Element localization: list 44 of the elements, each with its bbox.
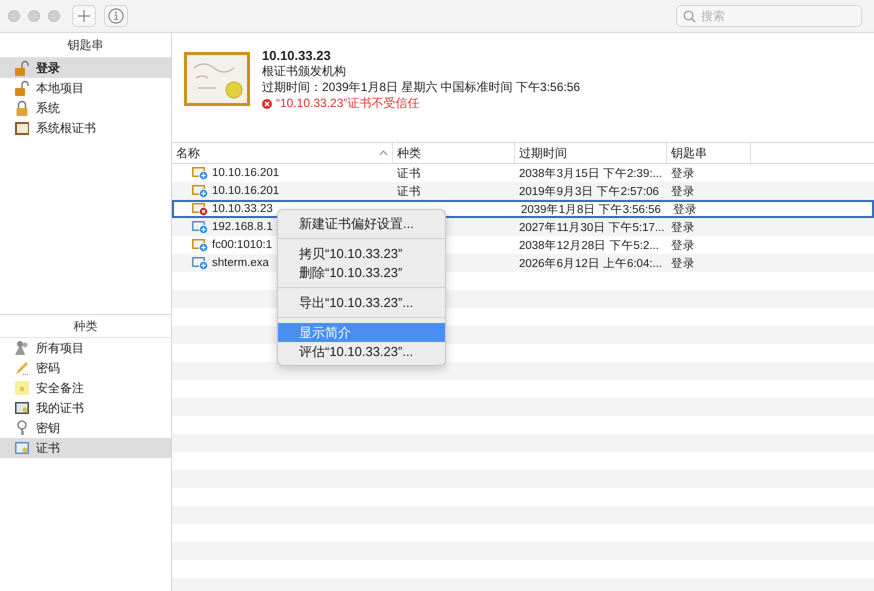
sidebar-item[interactable]: 所有项目 <box>0 338 171 358</box>
sidebar-item[interactable]: 系统根证书 <box>0 118 171 138</box>
table-cell: 10.10.16.201 <box>212 185 280 197</box>
sidebar-item[interactable]: 证书 <box>0 438 171 458</box>
table-cell-text: 登录 <box>671 256 695 270</box>
table-cell-text: 2026年6月12日 上午6:04:... <box>519 256 662 270</box>
table-cell-text: 登录 <box>671 184 695 198</box>
table-cell: 10.10.16.201 <box>212 167 280 179</box>
trust-warning: “10.10.33.23”证书不受信任 <box>276 96 420 111</box>
certificate-title: 10.10.33.23 <box>262 48 332 63</box>
column-header[interactable]: 名称 <box>172 143 393 163</box>
table-cell: 10.10.33.23 <box>212 203 273 215</box>
table-cell-text: 2027年11月30日 下午5:17... <box>519 220 664 234</box>
menu-item[interactable]: 删除“10.10.33.23” <box>278 263 445 282</box>
section-header: 种类 <box>0 314 171 338</box>
table-cell-text: 2019年9月3日 下午2:57:06 <box>519 184 659 198</box>
sidebar-item[interactable]: 密码 <box>0 358 171 378</box>
table-cell-text: 2039年1月8日 下午3:56:56 <box>521 202 661 216</box>
table-cell-text: 证书 <box>397 184 421 198</box>
column-header[interactable]: 过期时间 <box>515 143 667 163</box>
table-cell: 192.168.8.1 <box>212 221 273 233</box>
column-header[interactable]: 种类 <box>393 143 515 163</box>
sidebar-item[interactable]: 系统 <box>0 98 171 118</box>
menu-item[interactable]: 评估“10.10.33.23”... <box>278 342 445 361</box>
table-cell-text: 登录 <box>673 202 697 216</box>
search-field[interactable]: 搜索 <box>676 5 862 27</box>
sidebar-item[interactable]: 登录 <box>0 58 171 78</box>
table-cell-text: 登录 <box>671 220 695 234</box>
sidebar-item[interactable]: 密钥 <box>0 418 171 438</box>
table-cell-text: 2038年3月15日 下午2:39:... <box>519 166 662 180</box>
table-cell: fc00:1010:1 <box>212 239 272 251</box>
menu-item[interactable]: 拷贝“10.10.33.23” <box>278 244 445 263</box>
sidebar-item[interactable]: 本地项目 <box>0 78 171 98</box>
table-cell-text: 2038年12月28日 下午5:2... <box>519 238 659 252</box>
sidebar-item[interactable]: 安全备注 <box>0 378 171 398</box>
table-cell: shterm.exa <box>212 257 269 269</box>
sidebar-item[interactable]: 我的证书 <box>0 398 171 418</box>
table-cell-text: 登录 <box>671 166 695 180</box>
certificate-issuer: 根证书颁发机构 <box>262 64 347 79</box>
expiry-date: 过期时间：2039年1月8日 星期六 中国标准时间 下午3:56:56 <box>262 80 580 95</box>
column-header[interactable]: 钥匙串 <box>667 143 751 163</box>
menu-item[interactable]: 导出“10.10.33.23”... <box>278 293 445 312</box>
table-cell-text: 登录 <box>671 238 695 252</box>
table-cell-text: 证书 <box>397 166 421 180</box>
